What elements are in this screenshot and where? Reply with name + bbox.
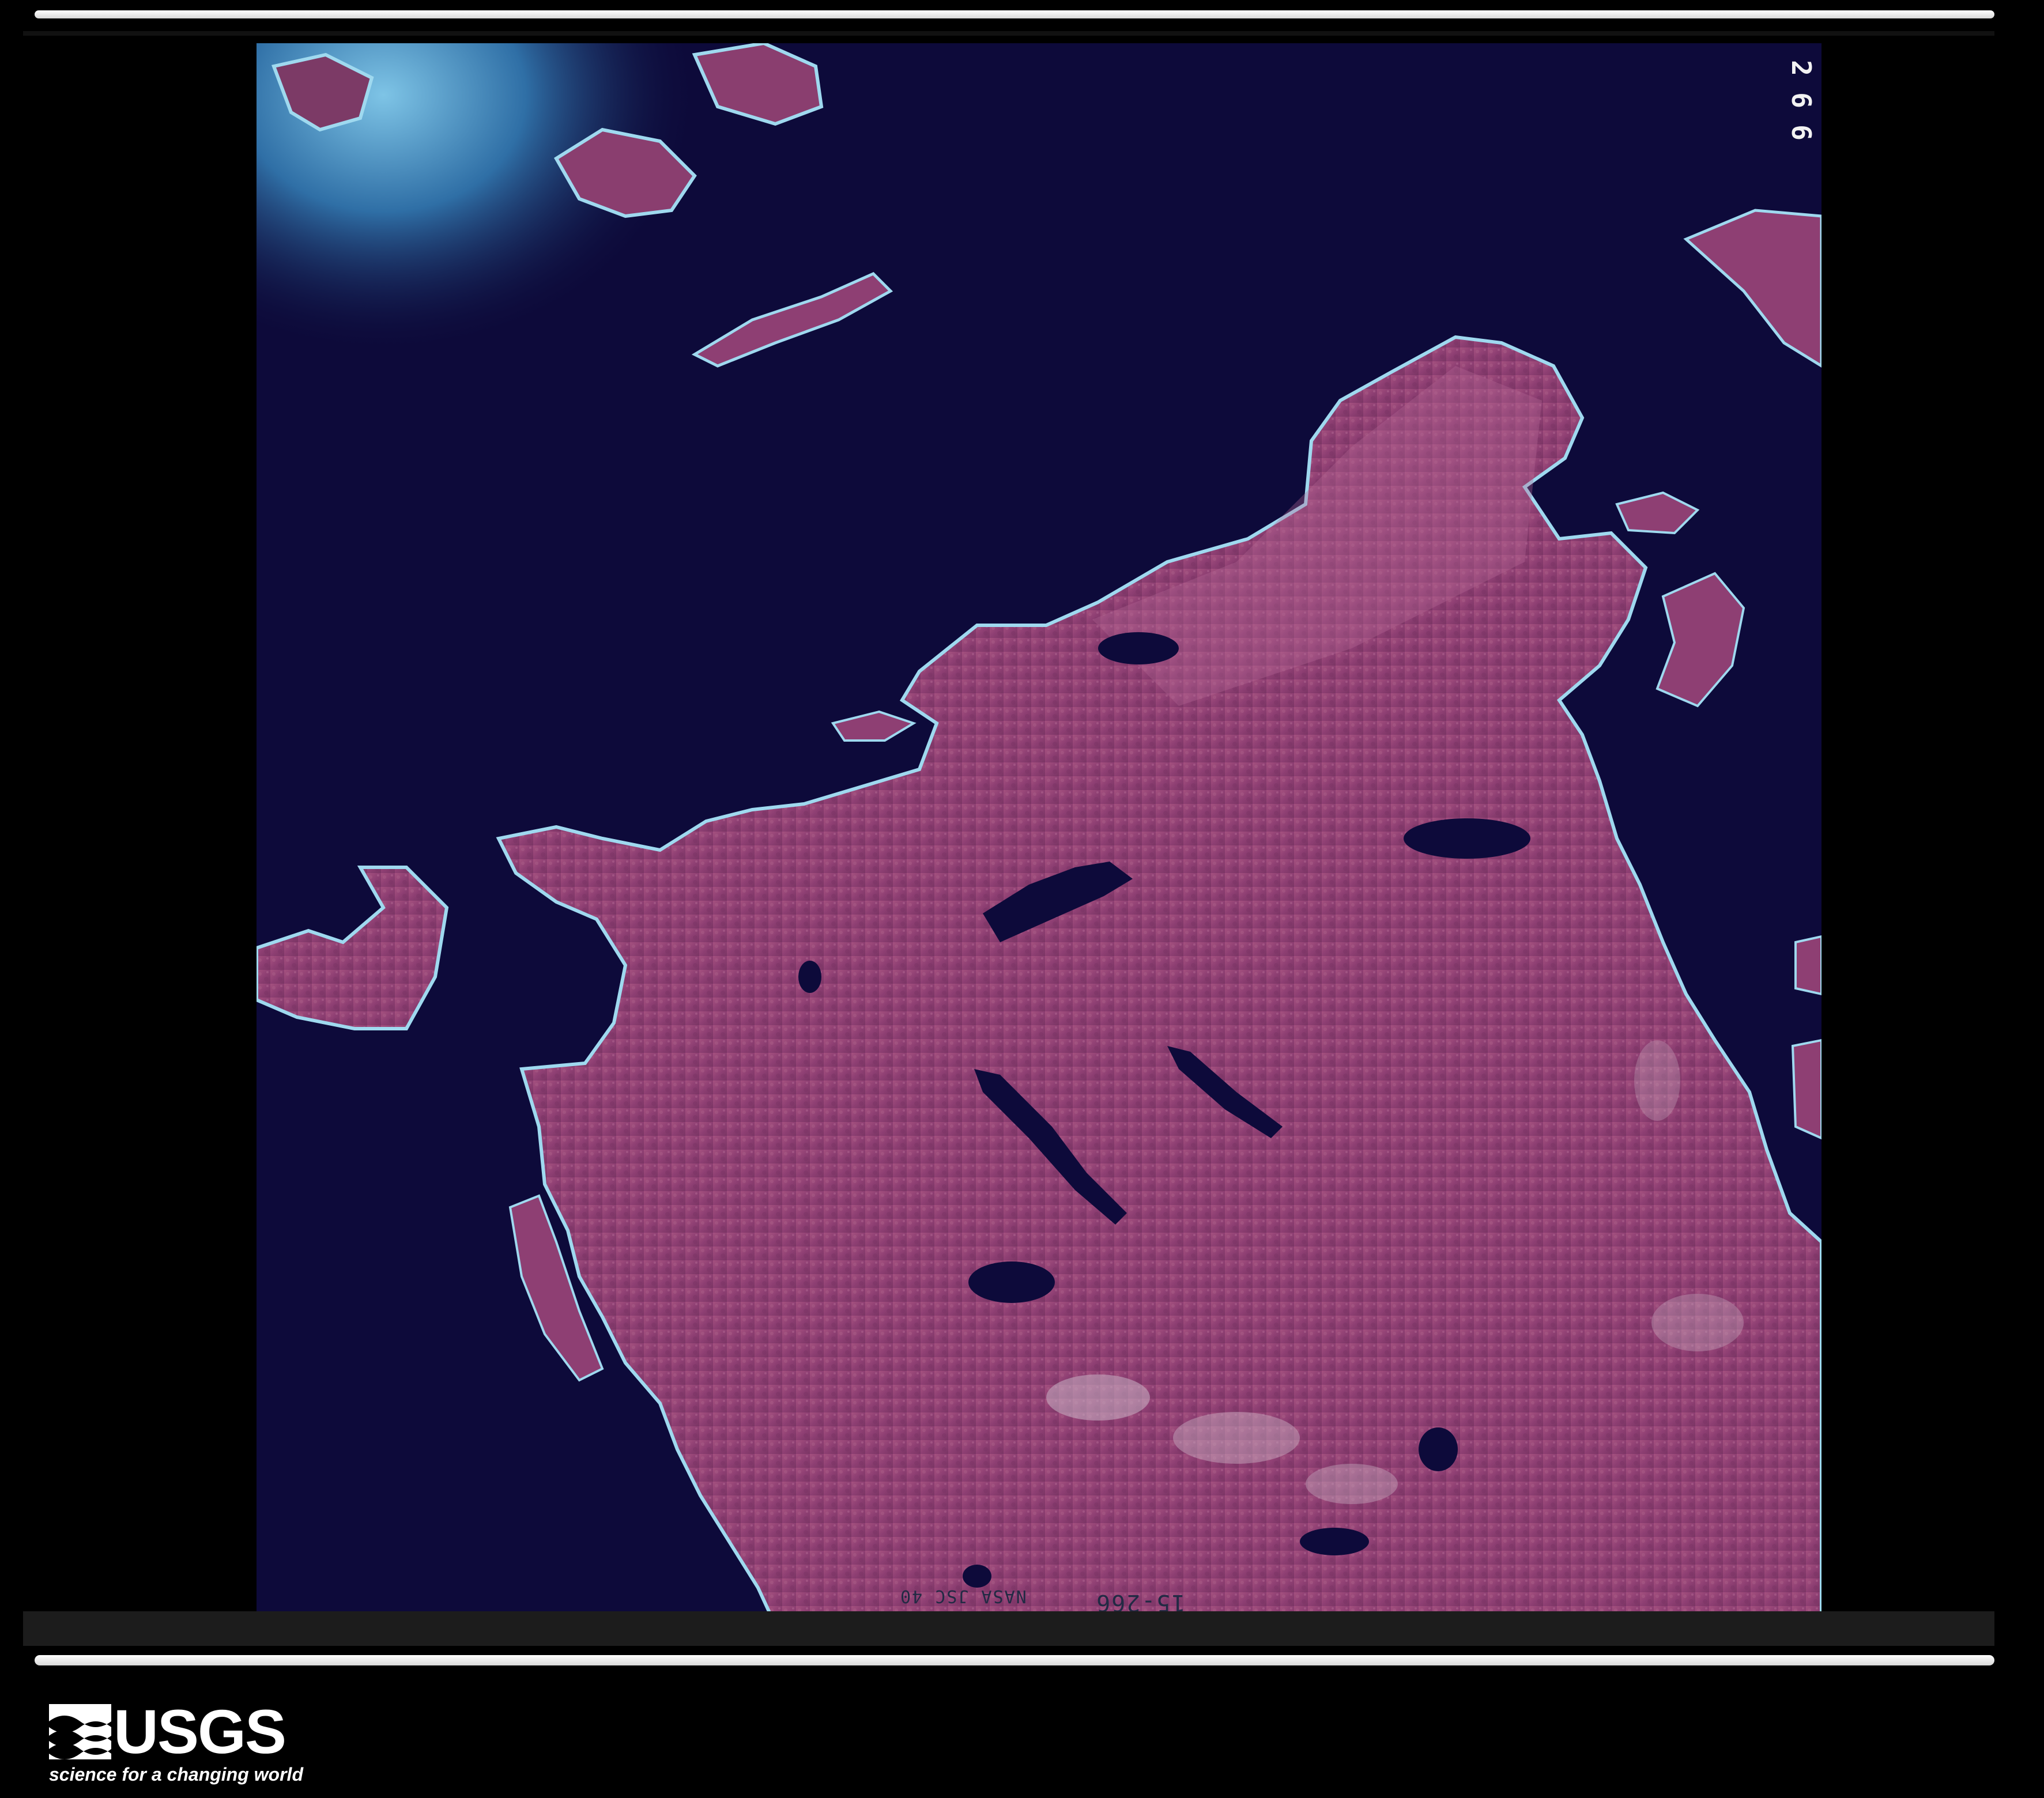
frame-number-digit: 6 (1785, 124, 1817, 141)
islet-east-4 (1791, 1038, 1822, 1140)
lake-1 (1098, 632, 1179, 664)
film-edge-top (23, 31, 1994, 36)
frame-number-digit: 2 (1785, 60, 1817, 76)
false-color-image (257, 43, 1822, 1625)
lake-4 (968, 1261, 1055, 1303)
usgs-wordmark: USGS (114, 1697, 286, 1766)
islet-east-3 (1794, 935, 1822, 996)
film-edge-bottom (23, 1611, 1994, 1646)
frame-number: 2 6 6 (1784, 52, 1819, 156)
film-strip-bottom (35, 1655, 1994, 1665)
highland-5 (1634, 1040, 1680, 1121)
highland-4 (1651, 1294, 1744, 1351)
frame-number-digit: 6 (1785, 92, 1817, 108)
lake-7 (963, 1565, 991, 1588)
lake-8 (798, 961, 821, 993)
lake-2 (1404, 818, 1530, 859)
film-strip-top (35, 10, 1994, 18)
lake-5 (1419, 1427, 1458, 1471)
usgs-logo: USGS science for a changing world (49, 1697, 303, 1789)
usgs-tagline: science for a changing world (49, 1764, 303, 1785)
highland-2 (1173, 1412, 1300, 1464)
lake-6 (1300, 1528, 1369, 1555)
satellite-photo (257, 43, 1822, 1625)
usgs-wave-icon (49, 1704, 111, 1759)
edge-print-agency: NASA JSC 40 (899, 1586, 1027, 1606)
film-frame: 266 15-266 NASA JSC 40 USGS science for … (0, 0, 2044, 1798)
highland-3 (1306, 1464, 1398, 1504)
highland-1 (1046, 1374, 1150, 1421)
